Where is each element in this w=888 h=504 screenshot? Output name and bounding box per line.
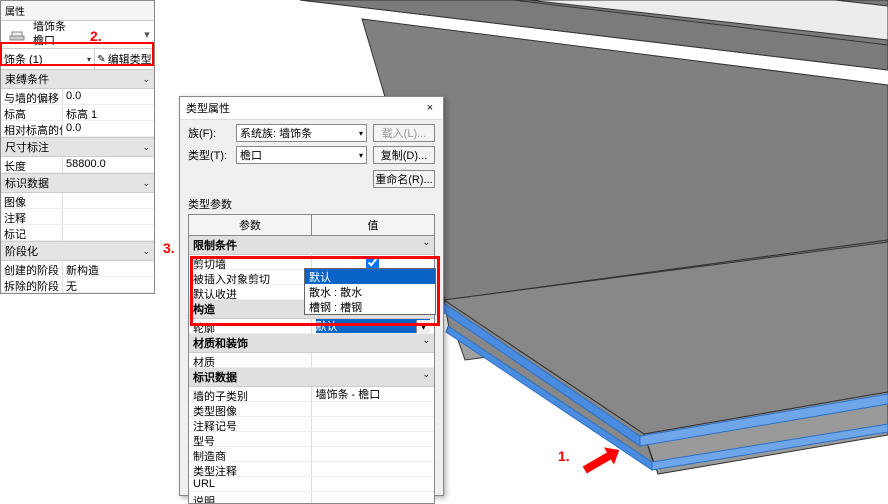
dialog-titlebar[interactable]: 类型属性 × <box>180 97 443 120</box>
profile-select-cell[interactable]: 默认▾ <box>316 319 431 333</box>
section-dims[interactable]: 尺寸标注⌄ <box>1 137 154 157</box>
param-row-profile[interactable]: 轮廓 默认▾ <box>189 319 434 334</box>
chevron-down-icon[interactable]: ▾ <box>416 320 430 333</box>
type-selector[interactable]: 墙饰条 檐口 ▾ <box>1 21 154 49</box>
prop-row[interactable]: 标高标高 1 <box>1 105 154 121</box>
col-param[interactable]: 参数 <box>189 215 312 235</box>
param-row[interactable]: 材质 <box>189 353 434 368</box>
chevron-icon: ⌄ <box>142 246 150 257</box>
properties-grid: 束缚条件⌄ 与墙的偏移0.0 标高标高 1 相对标高的偏移0.0 尺寸标注⌄ 长… <box>1 69 154 293</box>
chevron-icon: ⌄ <box>422 237 430 253</box>
param-row[interactable]: 类型图像 <box>189 402 434 417</box>
cat-materials[interactable]: 材质和装饰⌄ <box>189 334 434 353</box>
chevron-icon: ⌄ <box>142 178 150 189</box>
section-constraints[interactable]: 束缚条件⌄ <box>1 69 154 89</box>
annotation-number-1: 1. <box>558 448 570 464</box>
prop-row[interactable]: 相对标高的偏移0.0 <box>1 121 154 137</box>
instance-count-combo[interactable]: 饰条 (1)▾ <box>1 50 94 68</box>
annotation-number-3: 3. <box>163 240 175 256</box>
instance-row: 饰条 (1)▾ ✎ 编辑类型 <box>1 49 154 69</box>
prop-row[interactable]: 长度58800.0 <box>1 157 154 173</box>
param-row[interactable]: 墙的子类别墙饰条 - 檐口 <box>189 387 434 402</box>
prop-row[interactable]: 与墙的偏移0.0 <box>1 89 154 105</box>
chevron-down-icon: ▾ <box>140 28 154 41</box>
param-row[interactable]: 注释记号 <box>189 417 434 432</box>
cut-wall-checkbox[interactable] <box>366 256 379 269</box>
load-button: 载入(L)... <box>373 124 435 142</box>
type-combo[interactable]: 檐口▾ <box>236 146 367 164</box>
chevron-icon: ⌄ <box>422 335 430 351</box>
col-value[interactable]: 值 <box>312 215 434 235</box>
type-label: 类型(T): <box>188 147 230 163</box>
properties-panel: 属性 墙饰条 檐口 ▾ 饰条 (1)▾ ✎ 编辑类型 束缚条件⌄ 与墙的偏移0.… <box>0 0 155 294</box>
chevron-icon: ⌄ <box>422 369 430 385</box>
section-phase[interactable]: 阶段化⌄ <box>1 241 154 261</box>
edit-type-icon: ✎ <box>97 54 105 65</box>
dropdown-option[interactable]: 散水 : 散水 <box>305 284 435 299</box>
dropdown-option[interactable]: 默认 <box>305 269 435 284</box>
prop-row[interactable]: 标记 <box>1 225 154 241</box>
dropdown-option[interactable]: 槽钢 : 槽钢 <box>305 299 435 314</box>
cat-constraints[interactable]: 限制条件⌄ <box>189 236 434 255</box>
family-label: 族(F): <box>188 125 230 141</box>
close-icon[interactable]: × <box>423 102 437 114</box>
param-row[interactable]: 制造商 <box>189 447 434 462</box>
prop-row[interactable]: 拆除的阶段无 <box>1 277 154 293</box>
chevron-icon: ⌄ <box>142 74 150 85</box>
param-row[interactable]: URL <box>189 477 434 492</box>
param-row[interactable]: 说明 <box>189 492 434 504</box>
profile-dropdown[interactable]: 默认 散水 : 散水 槽钢 : 槽钢 <box>304 268 436 315</box>
properties-panel-title: 属性 <box>1 1 154 21</box>
dialog-title: 类型属性 <box>186 100 230 116</box>
annotation-number-2: 2. <box>90 28 102 44</box>
prop-row[interactable]: 注释 <box>1 209 154 225</box>
chevron-down-icon: ▾ <box>359 129 363 138</box>
type-selector-text: 墙饰条 檐口 <box>33 21 140 47</box>
chevron-down-icon: ▾ <box>359 151 363 160</box>
cat-identity[interactable]: 标识数据⌄ <box>189 368 434 387</box>
prop-row[interactable]: 图像 <box>1 193 154 209</box>
type-params-label: 类型参数 <box>180 190 443 214</box>
edit-type-button[interactable]: ✎ 编辑类型 <box>94 49 154 69</box>
param-row[interactable]: 类型注释 <box>189 462 434 477</box>
grid-header: 参数 值 <box>189 215 434 236</box>
family-combo[interactable]: 系统族: 墙饰条▾ <box>236 124 367 142</box>
section-id[interactable]: 标识数据⌄ <box>1 173 154 193</box>
duplicate-button[interactable]: 复制(D)... <box>373 146 435 164</box>
chevron-icon: ⌄ <box>142 142 150 153</box>
type-params-grid: 参数 值 限制条件⌄ 剪切墙 被插入对象剪切 默认收进0.0 构造⌄ 轮廓 默认… <box>188 214 435 504</box>
chevron-down-icon: ▾ <box>87 55 91 64</box>
param-row[interactable]: 型号 <box>189 432 434 447</box>
type-selector-thumb <box>5 23 29 47</box>
rename-button[interactable]: 重命名(R)... <box>373 170 435 188</box>
prop-row[interactable]: 创建的阶段新构造 <box>1 261 154 277</box>
